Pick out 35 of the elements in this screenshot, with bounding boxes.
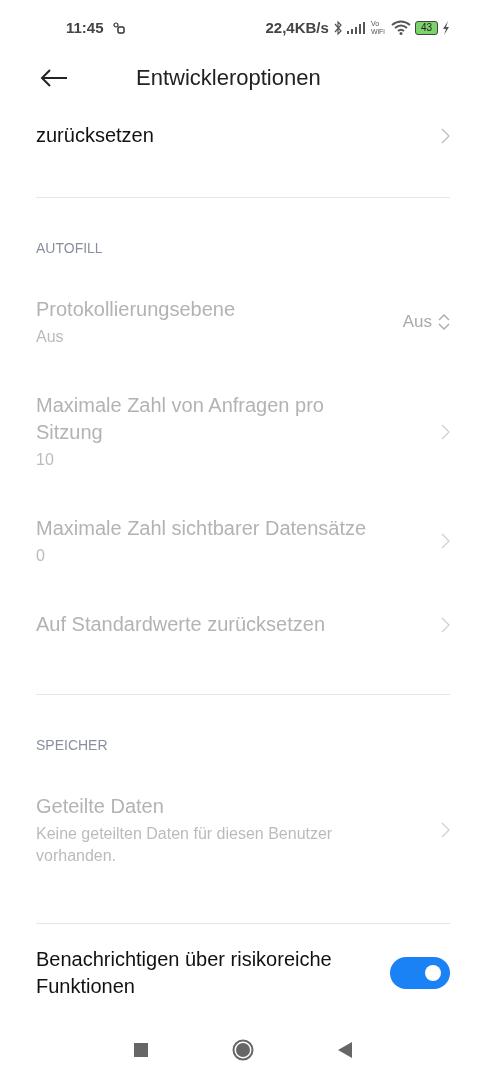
battery-indicator: 43 <box>414 20 438 35</box>
item-title: Maximale Zahl sichtbarer Datensätze <box>36 516 368 541</box>
bluetooth-icon <box>332 19 343 36</box>
network-speed: 22,4KB/s <box>265 19 329 36</box>
square-icon <box>134 1043 148 1057</box>
wifi-icon <box>390 20 411 35</box>
chevron-right-icon <box>441 423 450 440</box>
section-header: AUTOFILL <box>35 239 104 258</box>
signal-icon <box>346 21 365 34</box>
back-arrow-icon <box>40 68 68 87</box>
chevron-right-icon <box>441 616 450 633</box>
item-title: Benachrichtigen über risikoreiche Funktionen <box>36 947 333 999</box>
clock-time: 11:45 <box>66 19 104 36</box>
section-header: SPEICHER <box>35 736 109 755</box>
chevron-right-icon <box>441 822 450 838</box>
chevron-right-icon <box>441 533 450 549</box>
page-title: Entwickleroptionen <box>136 64 321 91</box>
selected-value: Aus <box>402 312 432 332</box>
item-title: zurücksetzen <box>36 123 155 148</box>
home-circle-icon <box>232 1039 254 1061</box>
item-title: Protokollierungsebene <box>36 297 237 322</box>
key-icon <box>112 21 125 34</box>
settings-item[interactable]: Benachrichtigen über risikoreiche Funktionen <box>0 924 486 1022</box>
back-triangle-icon <box>338 1042 352 1058</box>
item-subtitle: 0 <box>36 546 46 566</box>
item-subtitle: Aus <box>36 327 65 347</box>
toggle-switch[interactable] <box>390 957 450 989</box>
chevron-right-icon <box>441 127 450 144</box>
item-title: Maximale Zahl von Anfragen pro Sitzung <box>36 393 325 445</box>
item-title: Geteilte Daten <box>36 794 165 819</box>
item-subtitle: Keine geteilten Daten für diesen Benutzer vorhanden. <box>36 824 334 866</box>
item-subtitle: 10 <box>36 450 55 470</box>
settings-item[interactable]: zurücksetzen <box>0 122 486 149</box>
up-down-icon <box>438 313 450 331</box>
item-title: Auf Standardwerte zurücksetzen <box>36 612 327 637</box>
